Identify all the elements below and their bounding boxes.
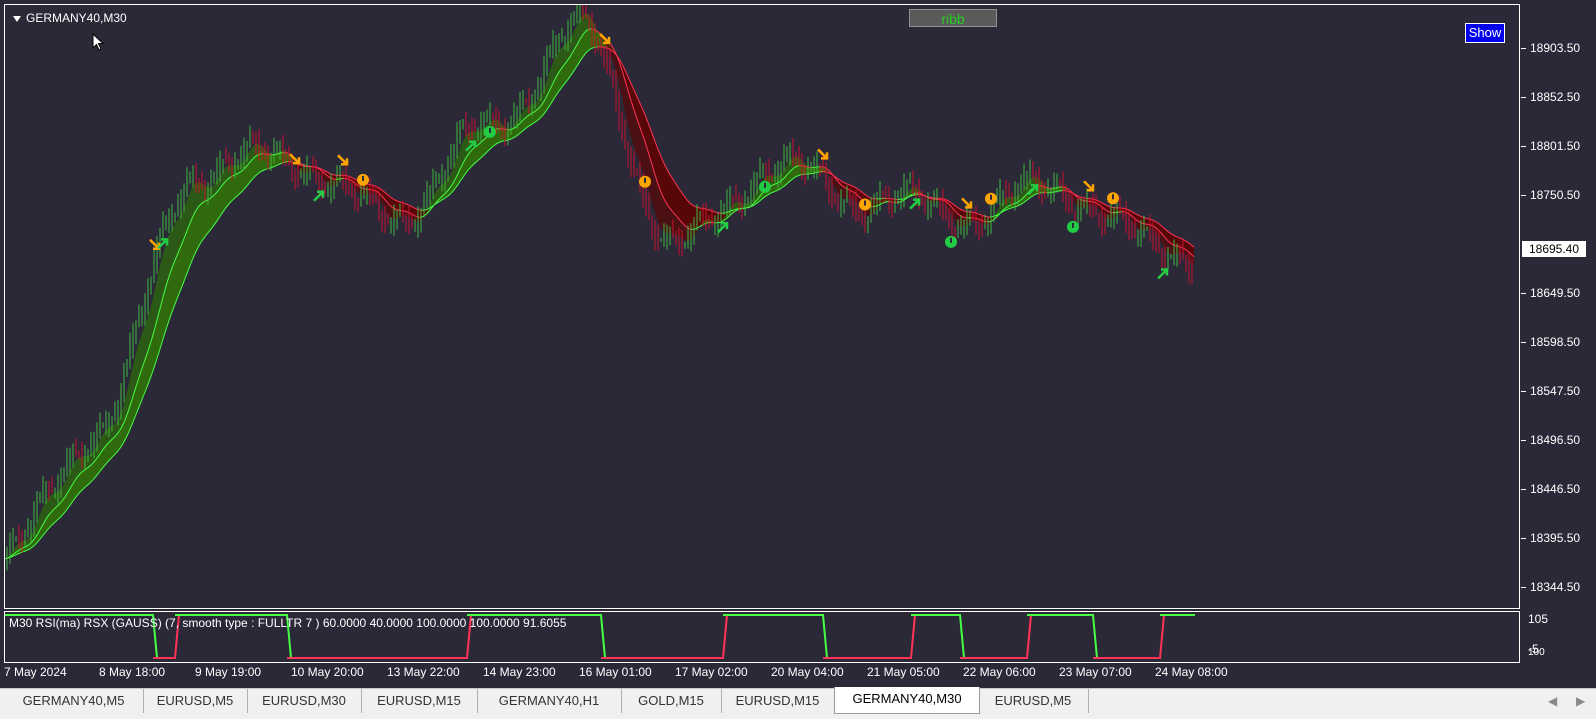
price-tick (1521, 342, 1526, 343)
price-tick (1521, 538, 1526, 539)
price-label: 18344.50 (1530, 580, 1580, 594)
price-label: 18446.50 (1530, 482, 1580, 496)
ribbon-edge-line (5, 154, 263, 559)
exit-up-signal-icon (759, 181, 771, 193)
tab-eurusd-m5[interactable]: EURUSD,M5 (978, 689, 1089, 713)
time-label: 24 May 08:00 (1155, 665, 1228, 679)
tab-eurusd-m30[interactable]: EURUSD,M30 (247, 689, 362, 713)
rsx-line (1093, 615, 1164, 658)
indicator-level-bottom: -5 (1528, 642, 1539, 656)
rsx-line (1027, 615, 1097, 658)
time-label: 8 May 18:00 (99, 665, 165, 679)
price-tick (1521, 195, 1526, 196)
ribbon-toggle-button[interactable]: ribb (909, 9, 997, 27)
rsx-line (960, 615, 1031, 658)
price-label: 18903.50 (1530, 41, 1580, 55)
exit-down-signal-icon (985, 193, 997, 205)
price-label: 18547.50 (1530, 384, 1580, 398)
buy-arrow-icon (910, 200, 919, 209)
exit-up-signal-icon (484, 126, 496, 138)
price-label: 18649.50 (1530, 286, 1580, 300)
bull-ribbon (424, 13, 598, 216)
price-tick (1521, 293, 1526, 294)
current-price-label: 18695.40 (1522, 241, 1586, 257)
tab-gold-m15[interactable]: GOLD,M15 (621, 689, 722, 713)
collapse-triangle-icon[interactable] (13, 16, 21, 22)
price-tick (1521, 440, 1526, 441)
time-label: 14 May 23:00 (483, 665, 556, 679)
exit-down-signal-icon (639, 176, 651, 188)
tab-scroll-right-icon[interactable]: ▶ (1576, 694, 1585, 708)
symbol-title[interactable]: GERMANY40,M30 (13, 11, 127, 25)
bear-ribbon (288, 153, 424, 222)
chart-tabs-bar: GERMANY40,M5EURUSD,M5EURUSD,M30EURUSD,M1… (0, 688, 1596, 719)
price-label: 18801.50 (1530, 139, 1580, 153)
time-label: 23 May 07:00 (1059, 665, 1132, 679)
tab-germany40-m5[interactable]: GERMANY40,M5 (4, 689, 144, 713)
time-label: 10 May 20:00 (291, 665, 364, 679)
price-tick (1521, 391, 1526, 392)
rsx-line (911, 615, 964, 658)
rsx-line (823, 615, 915, 658)
bull-ribbon (5, 144, 288, 558)
tab-germany40-h1[interactable]: GERMANY40,H1 (477, 689, 622, 713)
buy-arrow-icon (1158, 269, 1167, 278)
price-label: 18750.50 (1530, 188, 1580, 202)
price-tick (1521, 146, 1526, 147)
rsx-line (601, 615, 727, 658)
price-label: 18496.50 (1530, 433, 1580, 447)
price-tick (1521, 587, 1526, 588)
indicator-label: M30 RSI(ma) RSX (GAUSS) (7, smooth type … (9, 616, 566, 630)
time-label: 9 May 19:00 (195, 665, 261, 679)
price-label: 18852.50 (1530, 90, 1580, 104)
chart-window[interactable]: GERMANY40,M30 ribb Show M30 RSI(ma) RSX … (0, 0, 1596, 688)
symbol-title-text: GERMANY40,M30 (26, 11, 127, 25)
time-label: 20 May 04:00 (771, 665, 844, 679)
tab-eurusd-m15[interactable]: EURUSD,M15 (361, 689, 478, 713)
buy-arrow-icon (718, 223, 727, 232)
exit-up-signal-icon (1067, 221, 1079, 233)
time-label: 7 May 2024 (4, 665, 67, 679)
exit-down-signal-icon (357, 174, 369, 186)
tab-eurusd-m15[interactable]: EURUSD,M15 (721, 689, 835, 713)
sell-arrow-icon (1084, 181, 1093, 190)
price-tick (1521, 48, 1526, 49)
exit-down-signal-icon (1107, 192, 1119, 204)
time-label: 17 May 02:00 (675, 665, 748, 679)
ribbon-edge-line (889, 202, 897, 203)
time-label: 22 May 06:00 (963, 665, 1036, 679)
tab-eurusd-m5[interactable]: EURUSD,M5 (143, 689, 248, 713)
price-chart (5, 5, 1519, 608)
tab-germany40-m30[interactable]: GERMANY40,M30 (834, 687, 980, 714)
mouse-cursor-icon (92, 33, 104, 51)
price-tick (1521, 97, 1526, 98)
time-label: 16 May 01:00 (579, 665, 652, 679)
time-label: 21 May 05:00 (867, 665, 940, 679)
main-chart-panel[interactable]: GERMANY40,M30 ribb Show (4, 4, 1520, 609)
exit-up-signal-icon (945, 236, 957, 248)
rsx-line (723, 615, 827, 658)
exit-down-signal-icon (859, 199, 871, 211)
sell-arrow-icon (338, 155, 347, 164)
show-button[interactable]: Show (1465, 23, 1505, 43)
price-label: 18598.50 (1530, 335, 1580, 349)
price-label: 18395.50 (1530, 531, 1580, 545)
tab-scroll-left-icon[interactable]: ◀ (1548, 694, 1557, 708)
time-label: 13 May 22:00 (387, 665, 460, 679)
price-tick (1521, 489, 1526, 490)
indicator-level-top: 105 (1528, 612, 1548, 626)
indicator-panel[interactable]: M30 RSI(ma) RSX (GAUSS) (7, smooth type … (4, 611, 1520, 663)
